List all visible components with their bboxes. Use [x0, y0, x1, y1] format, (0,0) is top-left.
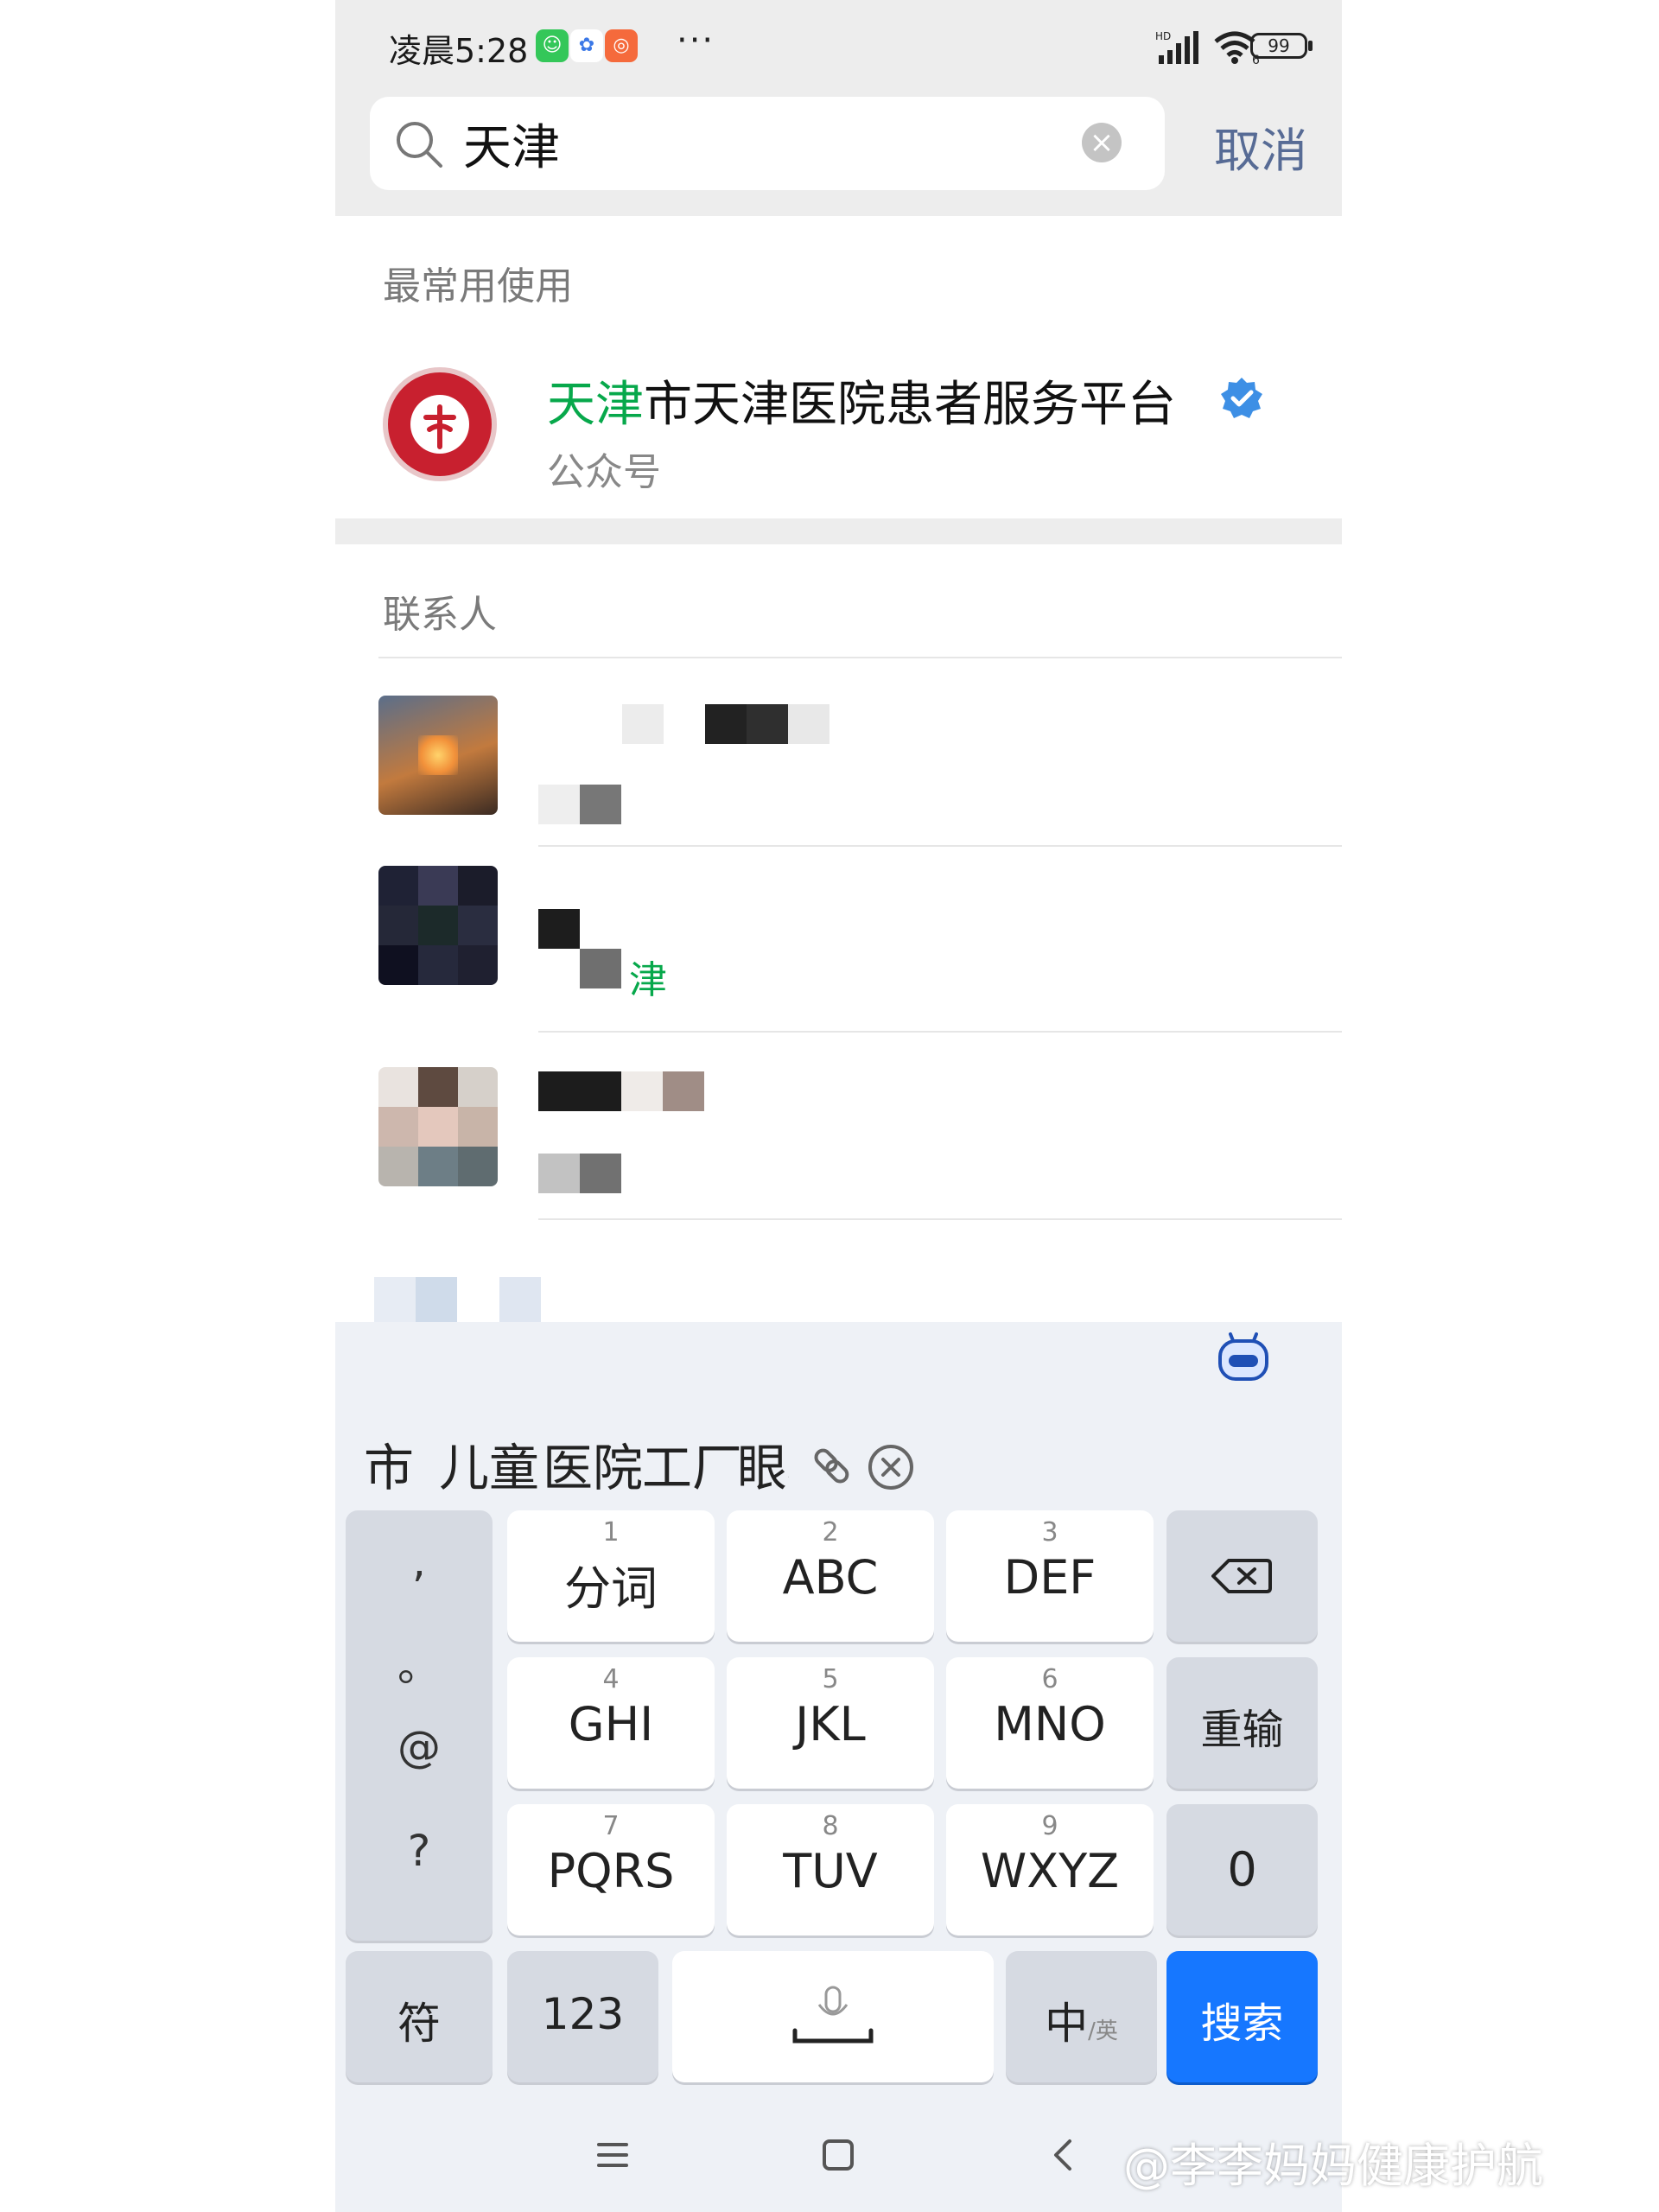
- close-candidates-icon[interactable]: [867, 1443, 915, 1491]
- back-icon[interactable]: [1044, 2134, 1085, 2176]
- baidu-notification-icon: ✿: [570, 29, 603, 62]
- avatar: [378, 1067, 498, 1186]
- search-key[interactable]: 搜索: [1166, 1951, 1318, 2082]
- key-6[interactable]: 6 MNO: [946, 1657, 1154, 1789]
- candidate-word[interactable]: 眼科: [737, 1427, 789, 1500]
- cancel-button[interactable]: 取消: [1214, 112, 1307, 181]
- avatar: [378, 696, 498, 815]
- language-switch-key[interactable]: 中/英: [1006, 1951, 1157, 2082]
- candidate-bar: 市 儿童 医院 工厂 眼科: [335, 1417, 1342, 1503]
- section-divider: [335, 518, 1342, 544]
- key-1[interactable]: 1 分词: [507, 1510, 715, 1642]
- reenter-key[interactable]: 重输: [1166, 1657, 1318, 1789]
- contact-item[interactable]: 津: [335, 855, 1342, 1044]
- punct-comma-key[interactable]: ,: [346, 1536, 493, 1586]
- zero-key[interactable]: 0: [1166, 1804, 1318, 1936]
- section-title-most-used: 最常用使用: [383, 264, 573, 308]
- candidate-word[interactable]: 市: [364, 1427, 414, 1500]
- microphone-icon: [792, 1986, 874, 2044]
- blurred-name: [538, 909, 580, 949]
- official-account-name: 天津市天津医院患者服务平台: [547, 365, 1176, 435]
- watermark: @李李妈妈健康护航: [1123, 2139, 1543, 2193]
- blurred-avatar-partial: [374, 1277, 416, 1322]
- search-input[interactable]: [463, 107, 1068, 180]
- key-2[interactable]: 2 ABC: [727, 1510, 934, 1642]
- official-account-result[interactable]: 天津市天津医院患者服务平台 公众号: [335, 333, 1342, 523]
- battery-icon: 99: [1250, 33, 1313, 59]
- key-3[interactable]: 3 DEF: [946, 1510, 1154, 1642]
- divider: [538, 1218, 1342, 1220]
- search-bar: × 取消: [335, 97, 1342, 216]
- key-4[interactable]: 4 GHI: [507, 1657, 715, 1789]
- punct-at-key[interactable]: @: [346, 1722, 493, 1772]
- more-notifications-icon: ···: [677, 21, 715, 60]
- punctuation-column: , 。 @ ?: [346, 1510, 493, 1941]
- phone-screen: 凌晨5:28 ☺ ✿ ◎ ··· HD 6 99 天津 × 取消 最常用使用 天…: [335, 0, 1342, 2212]
- key-9[interactable]: 9 WXYZ: [946, 1804, 1154, 1936]
- symbols-key[interactable]: 符: [346, 1951, 493, 2082]
- punct-period-key[interactable]: 。: [346, 1631, 493, 1694]
- key-5[interactable]: 5 JKL: [727, 1657, 934, 1789]
- link-icon[interactable]: [806, 1443, 855, 1491]
- verified-badge-icon: [1221, 378, 1262, 418]
- keyboard: 市 儿童 医院 工厂 眼科 , 。 @ ? 1 分词 2: [335, 1322, 1342, 2212]
- divider: [538, 1031, 1342, 1033]
- status-time: 凌晨5:28: [389, 32, 529, 70]
- hospital-logo: [383, 367, 497, 481]
- candidate-word[interactable]: 医院: [543, 1427, 643, 1500]
- space-key[interactable]: [672, 1951, 994, 2082]
- section-title-contacts: 联系人: [383, 593, 497, 637]
- blurred-detail: [538, 1154, 580, 1193]
- backspace-icon: [1211, 1559, 1272, 1593]
- blurred-name: [538, 1071, 621, 1111]
- match-snippet: 津: [629, 958, 667, 1002]
- home-icon[interactable]: [817, 2134, 859, 2176]
- keyboard-assistant-icon[interactable]: [1217, 1331, 1270, 1384]
- backspace-key[interactable]: [1166, 1510, 1318, 1642]
- search-box[interactable]: ×: [370, 97, 1165, 190]
- key-7[interactable]: 7 PQRS: [507, 1804, 715, 1936]
- status-bar: 凌晨5:28 ☺ ✿ ◎ ··· HD 6 99: [335, 0, 1342, 97]
- cellular-signal-icon: HD: [1155, 30, 1198, 64]
- clear-search-icon[interactable]: ×: [1082, 123, 1122, 162]
- numbers-key[interactable]: 123: [507, 1951, 658, 2082]
- menu-icon[interactable]: [592, 2134, 633, 2176]
- candidate-word[interactable]: 儿童: [439, 1427, 539, 1500]
- name-rest: 市天津医院患者服务平台: [644, 377, 1176, 433]
- divider: [378, 657, 1342, 658]
- contact-item[interactable]: [335, 674, 1342, 862]
- name-highlight: 天津: [547, 377, 644, 433]
- candidate-word[interactable]: 工厂: [642, 1427, 742, 1500]
- key-8[interactable]: 8 TUV: [727, 1804, 934, 1936]
- wechat-notification-icon: ☺: [536, 29, 569, 62]
- official-account-type: 公众号: [547, 450, 661, 494]
- search-icon: [397, 122, 442, 168]
- divider: [538, 845, 1342, 847]
- contact-item[interactable]: [335, 1046, 1342, 1234]
- punct-question-key[interactable]: ?: [346, 1826, 493, 1876]
- blurred-name: [622, 704, 664, 744]
- avatar: [378, 866, 498, 985]
- svg-text:HD: HD: [1155, 30, 1171, 42]
- app-notification-icon: ◎: [605, 29, 638, 62]
- blurred-detail: [538, 785, 580, 824]
